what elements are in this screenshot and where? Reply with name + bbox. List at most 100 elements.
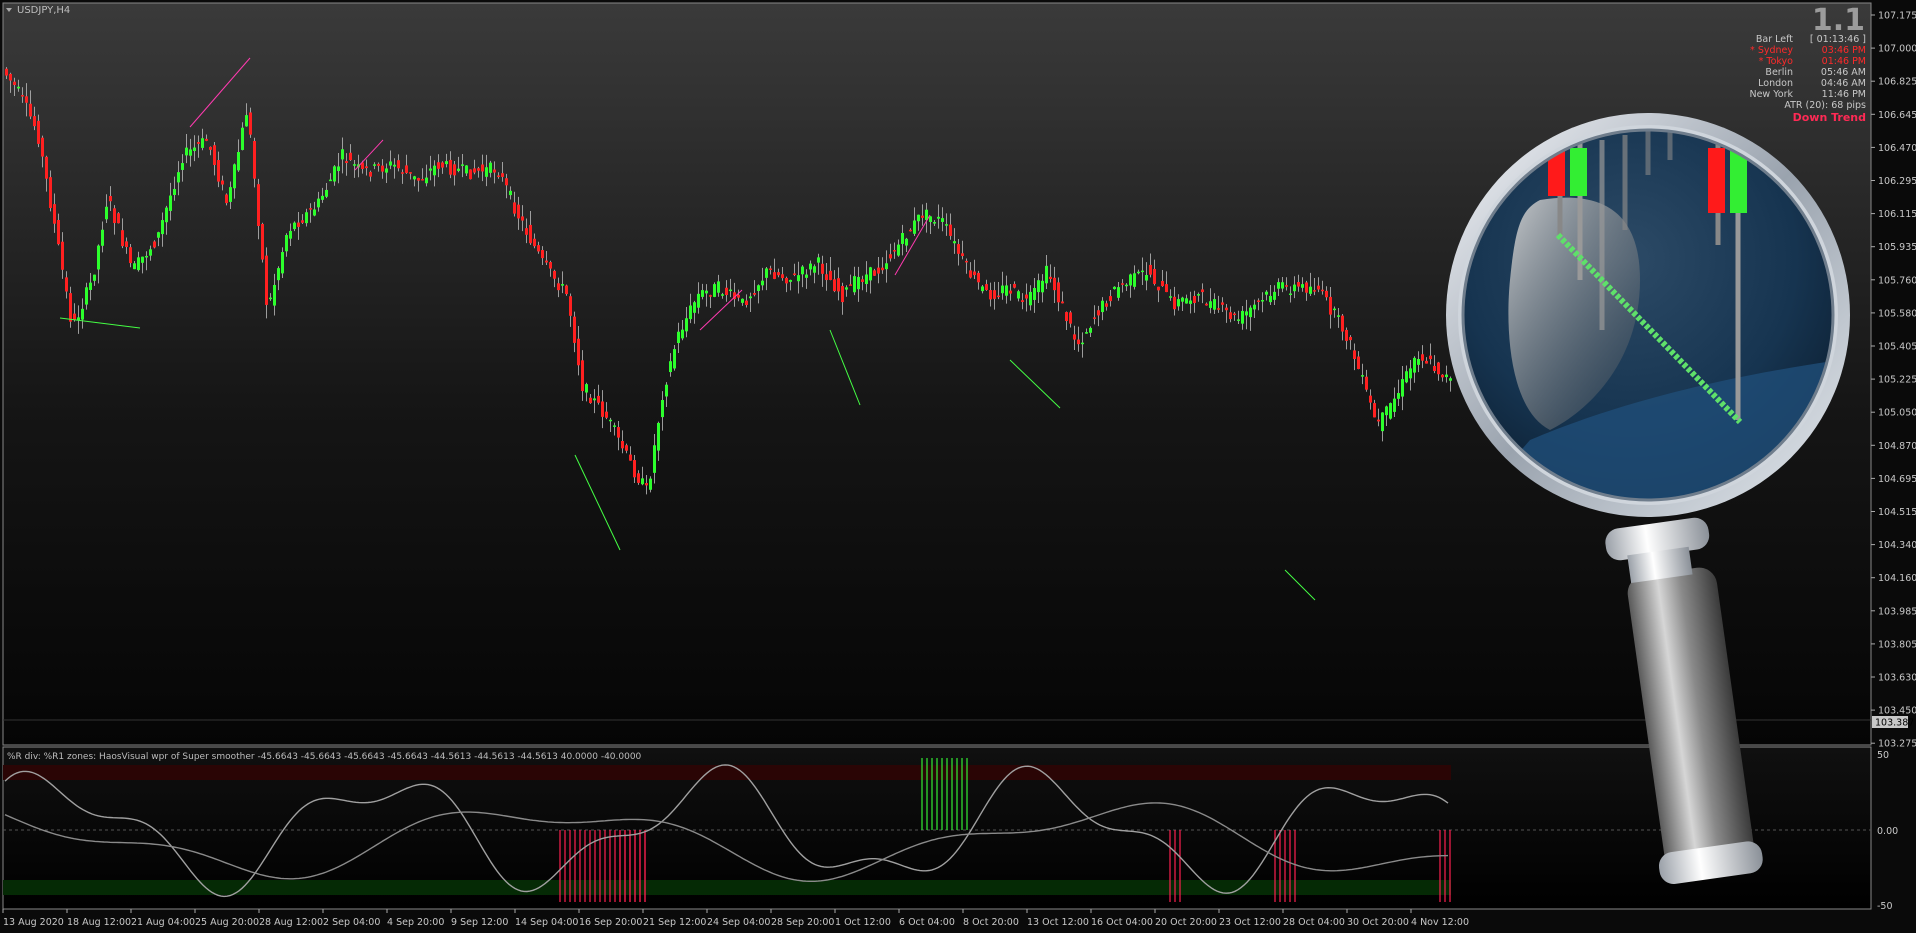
candle-body	[277, 268, 280, 281]
candle-body	[793, 273, 796, 275]
candle-body	[341, 149, 344, 160]
svg-text:50: 50	[1877, 750, 1889, 761]
candle-body	[453, 164, 456, 176]
time-tick-label: 1 Oct 12:00	[835, 917, 891, 928]
candle-body	[677, 331, 680, 344]
time-tick-label: 9 Sep 12:00	[451, 917, 508, 928]
price-tick-label: 106.825	[1878, 77, 1916, 88]
candle-body	[929, 216, 932, 222]
candle-body	[165, 207, 168, 223]
info-value: 01:46 PM	[1822, 56, 1866, 67]
candle-body	[1229, 312, 1232, 320]
time-tick-label: 8 Oct 20:00	[963, 917, 1019, 928]
candle-body	[405, 165, 408, 173]
candle-body	[1205, 303, 1208, 306]
candle-body	[97, 245, 100, 270]
candle-body	[657, 422, 660, 451]
candle-body	[809, 263, 812, 270]
time-tick-label: 28 Sep 20:00	[771, 917, 834, 928]
candle-body	[1417, 358, 1420, 365]
candle-body	[589, 397, 592, 404]
candle-body	[829, 270, 832, 280]
candle-body	[917, 214, 920, 222]
candle-body	[257, 184, 260, 227]
candle-body	[1065, 312, 1068, 322]
candle-body	[1289, 293, 1292, 296]
candle-body	[629, 454, 632, 461]
candle-body	[801, 266, 804, 275]
candle-body	[1033, 288, 1036, 300]
candle-body	[1125, 284, 1128, 287]
candle-body	[1329, 296, 1332, 315]
price-tick-label: 104.870	[1878, 441, 1916, 452]
candle-body	[953, 241, 956, 244]
time-axis[interactable]: 13 Aug 2020 18 Aug 12:00 21 Aug 04:00 25 Au…	[2, 909, 1469, 928]
price-tick-label: 105.225	[1878, 375, 1916, 386]
candle-body	[1201, 289, 1204, 293]
candle-body	[137, 257, 140, 271]
candle-body	[921, 215, 924, 218]
candle-body	[69, 293, 72, 322]
lens-green-candle	[1570, 148, 1587, 196]
candle-body	[753, 292, 756, 295]
candle-body	[1233, 313, 1236, 316]
candle-body	[305, 212, 308, 224]
candle-body	[561, 284, 564, 286]
candle-body	[349, 152, 352, 161]
candle-body	[717, 281, 720, 293]
candle-body	[109, 196, 112, 202]
candle-body	[681, 329, 684, 339]
candle-body	[1013, 283, 1016, 288]
price-axis[interactable]: 107.175 107.000 106.825 106.645 106.470 106.2…	[1871, 11, 1916, 750]
candle-body	[1405, 371, 1408, 383]
candle-body	[181, 163, 184, 170]
candle-body	[757, 285, 760, 292]
candle-body	[333, 166, 336, 182]
candle-body	[529, 224, 532, 244]
candle-body	[505, 178, 508, 186]
candle-body	[565, 285, 568, 295]
indicator-axis[interactable]: 50 0.00 -50	[1877, 750, 1898, 912]
time-tick-label: 18 Aug 12:00	[67, 917, 131, 928]
candle-body	[1153, 268, 1156, 284]
candle-body	[553, 270, 556, 279]
candle-body	[1317, 285, 1320, 290]
candle-body	[545, 260, 548, 263]
candle-body	[185, 147, 188, 156]
candle-body	[1257, 300, 1260, 302]
candle-body	[1385, 406, 1388, 416]
candle-body	[989, 289, 992, 300]
candle-body	[653, 445, 656, 473]
candle-body	[101, 229, 104, 246]
candle-body	[1361, 375, 1364, 377]
price-tick-label: 105.050	[1878, 408, 1916, 419]
candle-body	[81, 308, 84, 320]
candle-body	[217, 160, 220, 182]
candle-body	[29, 103, 32, 117]
candle-body	[157, 232, 160, 238]
candle-body	[169, 195, 172, 211]
candle-body	[145, 255, 148, 258]
candle-body	[1245, 311, 1248, 316]
candle-body	[1349, 336, 1352, 341]
candle-body	[909, 229, 912, 232]
candle-body	[1137, 271, 1140, 274]
candle-body	[161, 220, 164, 235]
candle-body	[473, 168, 476, 173]
lens-red-candle	[1708, 148, 1725, 213]
candle-body	[1449, 378, 1452, 381]
candle-body	[649, 478, 652, 490]
time-tick-label: 16 Sep 20:00	[579, 917, 642, 928]
candle-body	[1005, 285, 1008, 296]
candle-body	[581, 360, 584, 392]
candle-body	[173, 188, 176, 195]
candle-body	[13, 81, 16, 86]
candle-body	[129, 247, 132, 264]
time-tick-label: 14 Sep 04:00	[515, 917, 578, 928]
candle-body	[397, 160, 400, 169]
candle-body	[465, 165, 468, 174]
candle-body	[485, 167, 488, 177]
candle-body	[721, 294, 724, 296]
candle-body	[45, 156, 48, 179]
candle-body	[685, 318, 688, 332]
